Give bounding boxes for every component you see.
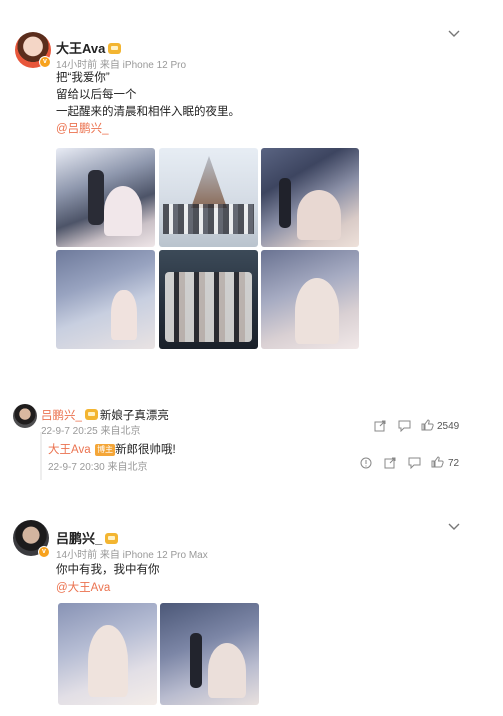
comment-author[interactable]: 吕鹏兴_ [41, 410, 82, 422]
reply-text: 新郎很帅哦! [115, 444, 176, 456]
report-icon[interactable] [360, 457, 372, 472]
photo-4[interactable] [56, 250, 155, 349]
blogger-badge: 博主 [95, 444, 116, 456]
like-count: 2549 [437, 421, 460, 432]
photo-5[interactable] [159, 250, 258, 349]
reply-line: 大王Ava 博主 新郎很帅哦! [48, 440, 176, 458]
photo-2[interactable] [159, 148, 258, 247]
post-meta: 14小时前 来自 iPhone 12 Pro Max [56, 550, 208, 561]
share-icon[interactable] [384, 457, 396, 472]
vip-crown-icon [84, 409, 98, 420]
post-text-line-3: 一起醒来的清晨和相伴入眠的夜里。 [56, 106, 240, 118]
post-text-line-1: 把“我爱你” [56, 72, 110, 84]
verified-badge-icon: v [39, 56, 51, 68]
commenter-avatar[interactable] [13, 404, 37, 428]
photo-1[interactable] [56, 148, 155, 247]
vip-crown-icon [108, 43, 122, 54]
verified-badge-icon: v [38, 546, 50, 558]
comment-icon[interactable] [408, 457, 421, 472]
photo-2[interactable] [160, 603, 259, 705]
like-icon[interactable] [431, 456, 444, 471]
chevron-down-icon[interactable] [448, 27, 462, 41]
vip-crown-icon [105, 533, 119, 544]
post-meta: 14小时前 来自 iPhone 12 Pro [56, 60, 187, 71]
comment-text: 新娘子真漂亮 [99, 410, 169, 422]
photo-6[interactable] [261, 250, 359, 349]
mention-link[interactable]: @大王Ava [56, 580, 110, 597]
author-name[interactable]: 大王Ava [56, 38, 122, 57]
photo-3[interactable] [261, 148, 359, 247]
photo-1[interactable] [58, 603, 157, 705]
mention-link[interactable]: @吕鹏兴_ [56, 121, 109, 138]
author-name[interactable]: 吕鹏兴_ [56, 528, 119, 547]
reply-like-count: 72 [448, 458, 460, 469]
chevron-down-icon[interactable] [448, 520, 462, 534]
post-text-line-2: 留给以后每一个 [56, 89, 137, 101]
reply-author[interactable]: 大王Ava [48, 444, 91, 456]
post-text: 你中有我，我中有你 [56, 564, 160, 576]
reply-time: 22-9-7 20:30 来自北京 [48, 462, 148, 473]
